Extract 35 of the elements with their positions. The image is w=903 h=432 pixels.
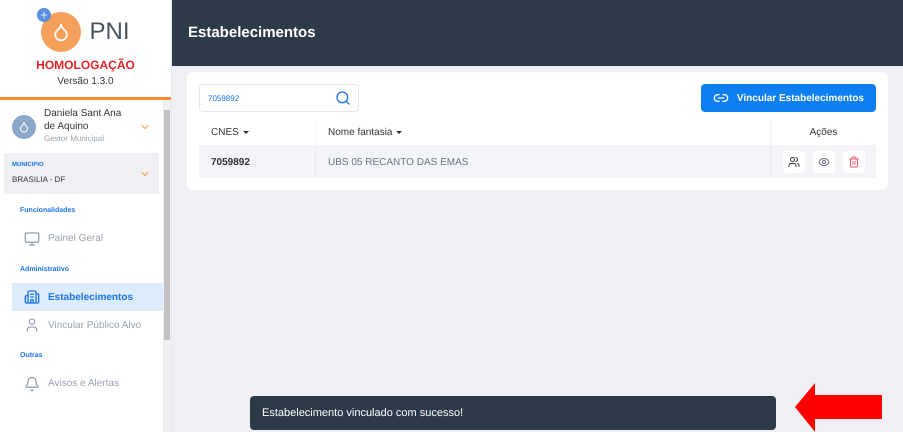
menu-item[interactable]: Vincular Público Alvo [12, 311, 163, 339]
menu-item[interactable]: Avisos e Alertas [12, 370, 163, 398]
municipality-value: BRASILIA - DF [12, 174, 66, 186]
menu-item-icon [24, 230, 40, 246]
sort-caret-icon [396, 131, 402, 134]
scrollbar[interactable] [163, 100, 171, 432]
menu-item[interactable]: Estabelecimentos [12, 283, 163, 311]
table-cell: 7059892 [199, 146, 316, 178]
menu-item-icon [24, 317, 40, 333]
page-title: Estabelecimentos [188, 22, 316, 43]
column-header[interactable]: Ações [771, 120, 876, 145]
eye-icon [818, 156, 830, 168]
arrow-icon [795, 383, 882, 432]
view-button[interactable] [812, 151, 834, 173]
environment-label: HOMOLOGAÇÃO [35, 57, 136, 74]
delete-button[interactable] [842, 151, 864, 173]
table-cell: UBS 05 RECANTO DAS EMAS [316, 146, 771, 178]
menu-item-icon [24, 289, 40, 305]
search-field[interactable]: 7059892 [199, 84, 359, 112]
trash-icon [848, 156, 860, 168]
version-label: Versão 1.3.0 [56, 75, 115, 89]
column-header[interactable]: CNES [199, 120, 316, 145]
search-icon[interactable] [335, 90, 351, 106]
link-establishments-button[interactable]: Vincular Estabelecimentos [700, 84, 876, 112]
brand-name: PNI [89, 17, 130, 47]
sort-caret-icon [242, 131, 249, 134]
toast-message: Estabelecimento vinculado com sucesso! [262, 406, 464, 421]
menu-item[interactable]: Painel Geral [12, 224, 163, 252]
users-icon [788, 156, 800, 168]
user-name: Daniela Sant Ana de Aquino [44, 108, 122, 133]
column-header[interactable]: Nome fantasia [316, 120, 771, 145]
menu-item-icon [24, 376, 40, 392]
user-role: Gestor Municipal [44, 133, 106, 145]
users-button[interactable] [782, 151, 804, 173]
avatar-icon [12, 114, 36, 138]
